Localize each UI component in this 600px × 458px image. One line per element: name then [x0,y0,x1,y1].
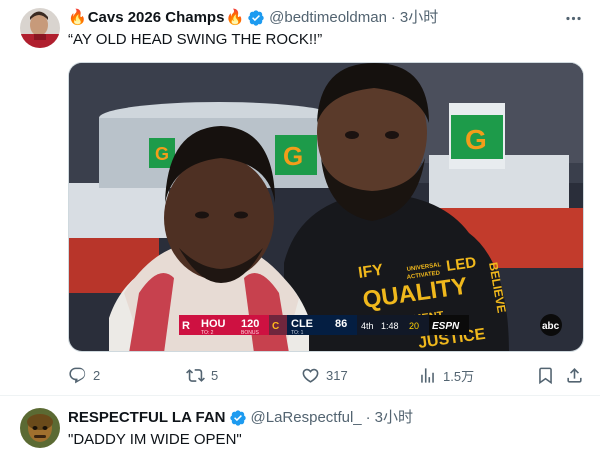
home-timeouts: TO: 1 [291,330,304,336]
tweet[interactable]: 🔥 Cavs 2026 Champs 🔥 @bedtimeoldman · 3小… [0,0,600,396]
tweet-photo[interactable]: G G G IFY UNIVERSAL ACTIVATED LED BELIEV… [68,62,584,352]
tweet-actions: 2 5 317 1.5万 [68,362,584,388]
svg-text:R: R [182,320,190,332]
bonus-label: BONUS [241,330,259,336]
views-count: 1.5万 [443,368,475,384]
retweet-button[interactable]: 5 [186,362,218,388]
separator-dot: · [390,9,396,26]
tweet-header: 🔥 Cavs 2026 Champs 🔥 @bedtimeoldman · 3小… [68,8,438,28]
away-timeouts: TO: 2 [201,330,214,336]
share-icon [567,367,582,383]
verified-badge-icon[interactable] [229,409,247,427]
svg-text:G: G [465,124,487,155]
bookmark-icon [539,367,552,384]
away-score: 120 [241,318,259,330]
tweet-text: "DADDY IM WIDE OPEN" [68,431,242,448]
author-display-name[interactable]: Cavs 2026 Champs [88,8,225,28]
tweet-time[interactable]: 3小时 [375,408,413,428]
verified-badge-icon[interactable] [247,9,265,27]
abc-logo-icon: abc [542,321,560,332]
svg-text:C: C [272,321,279,332]
views-button[interactable]: 1.5万 [418,362,474,388]
share-button[interactable] [565,362,584,388]
svg-text:G: G [283,141,303,171]
views-icon [421,367,434,383]
like-icon [302,368,319,383]
home-score: 86 [335,318,347,330]
tweet[interactable]: RESPECTFUL LA FAN @LaRespectful_ · 3小时 "… [0,396,600,458]
bookmark-button[interactable] [536,362,555,388]
game-quarter: 4th [361,321,374,331]
svg-text:G: G [155,144,169,164]
reply-button[interactable]: 2 [68,362,100,388]
author-display-name[interactable]: RESPECTFUL LA FAN [68,408,226,428]
shot-clock: 20 [409,321,419,331]
author-handle[interactable]: @LaRespectful_ [251,408,362,428]
reply-icon [69,367,86,383]
home-team: CLE [291,318,313,330]
game-clock: 1:48 [381,321,399,331]
separator-dot: · [365,409,371,426]
avatar[interactable] [20,408,60,448]
espn-logo-icon: ESPN [432,321,460,332]
fire-icon: 🔥 [225,9,245,26]
like-button[interactable]: 317 [301,362,348,388]
author-handle[interactable]: @bedtimeoldman [269,8,387,28]
more-options-icon[interactable] [562,7,584,29]
tweet-header: RESPECTFUL LA FAN @LaRespectful_ · 3小时 [68,408,413,428]
retweet-count: 5 [211,367,219,383]
like-count: 317 [326,367,348,383]
avatar[interactable] [20,8,60,48]
fire-icon: 🔥 [68,9,87,26]
svg-text:IFY: IFY [357,262,384,282]
tweet-time[interactable]: 3小时 [400,8,438,28]
reply-count: 2 [93,367,101,383]
retweet-icon [186,368,205,382]
scorebug: R HOU 120 TO: 2 BONUS C CLE 86 TO: 1 4th… [179,315,469,336]
author-name[interactable]: 🔥 Cavs 2026 Champs 🔥 [68,8,244,28]
tweet-text: “AY OLD HEAD SWING THE ROCK!!” [68,31,323,48]
away-team: HOU [201,318,226,330]
